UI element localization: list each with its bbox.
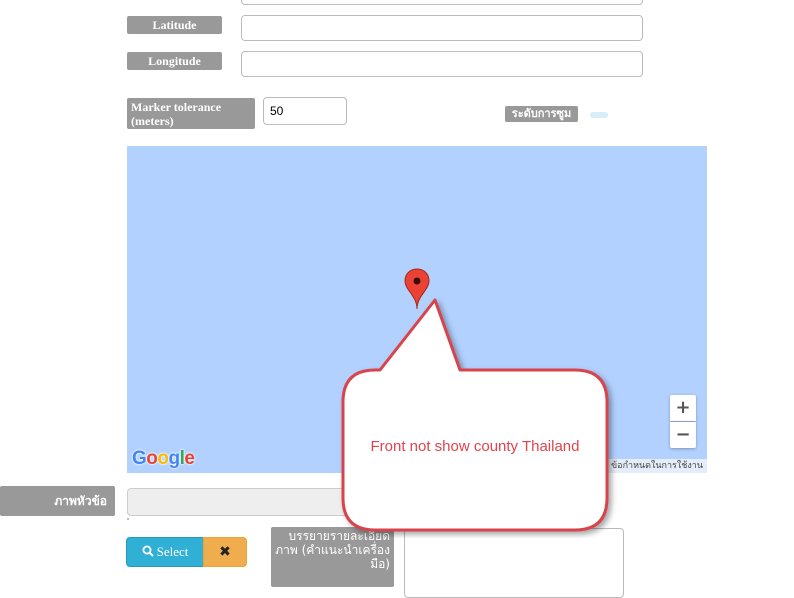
zoom-out-button[interactable]: − <box>670 422 696 448</box>
top-textarea[interactable] <box>241 0 643 5</box>
longitude-label: Longitude <box>127 52 222 70</box>
annotation-text: Front not show county Thailand <box>370 438 580 455</box>
required-dot <box>127 518 129 520</box>
remove-button[interactable]: ✖ <box>203 537 247 567</box>
annotation-callout <box>341 298 609 532</box>
google-logo: Google <box>132 448 195 469</box>
close-icon: ✖ <box>219 544 231 560</box>
zoom-in-button[interactable]: + <box>670 395 696 421</box>
latitude-input[interactable] <box>241 15 643 41</box>
zoom-level-slider[interactable] <box>590 112 608 118</box>
marker-tolerance-input[interactable] <box>263 97 347 125</box>
headline-image-label: ภาพหัวข้อ <box>0 486 115 516</box>
select-button-label: Select <box>156 544 189 559</box>
marker-tolerance-label: Marker tolerance (meters) <box>127 98 255 129</box>
latitude-label: Latitude <box>127 16 222 34</box>
select-button[interactable]: Select <box>126 537 204 567</box>
image-description-textarea[interactable] <box>404 528 624 598</box>
zoom-level-label: ระดับการซูม <box>505 106 578 122</box>
headline-image-input[interactable] <box>127 488 367 516</box>
longitude-input[interactable] <box>241 51 643 77</box>
search-icon <box>142 545 154 557</box>
